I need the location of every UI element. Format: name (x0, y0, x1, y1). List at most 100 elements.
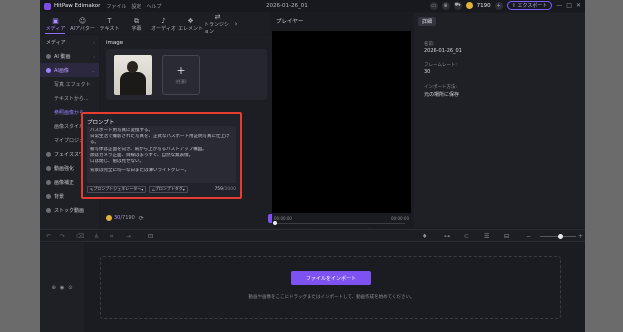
thumbnail-person-head (127, 61, 138, 73)
sidebar-item-label: ストック動画 (54, 207, 85, 214)
cart-icon[interactable]: ⛟ (453, 1, 462, 10)
refresh-icon[interactable]: ⟳ (139, 215, 144, 222)
lock-icon[interactable]: ⊕ (52, 285, 56, 291)
redo-icon[interactable]: ↷ (60, 233, 65, 240)
tab-ai-avatar[interactable]: ☺ AIアバター (69, 14, 96, 34)
sidebar-item-label: 動画強化 (54, 165, 75, 172)
snap-icon[interactable]: ⊡ (148, 233, 153, 240)
zoom-slider-handle[interactable] (558, 234, 563, 239)
menu-settings[interactable]: 設定 (131, 3, 141, 10)
stock-video-icon (46, 207, 51, 213)
credit-coin-icon (465, 2, 473, 9)
mute-icon[interactable]: ⊙ (68, 285, 72, 291)
menu-file[interactable]: ファイル (106, 3, 126, 10)
chevron-right-icon: › (93, 53, 95, 59)
prompt-textarea[interactable]: パスポート用写真に変換する。 日常生活で撮影された写真を、正式なパスポート用証明… (87, 126, 236, 183)
prompt-tags-button[interactable]: ⌂ プロンプトタグ ▾ (149, 185, 188, 193)
import-file-button[interactable]: ファイルをインポート (291, 271, 371, 285)
framerate-label: フレームレート: (424, 63, 457, 68)
visibility-icon[interactable]: ◉ (60, 285, 64, 291)
prompt-line: 日常生活で撮影された写真を、正式なパスポート用証明写真に仕上げ (90, 134, 230, 140)
undo-icon[interactable]: ↶ (46, 233, 51, 240)
cost-total: /7190 (120, 215, 135, 221)
prompt-generator-button[interactable]: ✎ プロンプトジェネレーター ▾ (87, 185, 147, 193)
tab-audio[interactable]: ♪ オーディオ (150, 14, 177, 34)
element-icon: ❖ (187, 16, 194, 25)
name-value: 2026-01-26_01 (424, 48, 462, 54)
active-tab-indicator (45, 32, 65, 34)
sidebar-item-label: AI 動画 (54, 53, 71, 60)
prompt-generator-label: プロンプトジェネレーター (93, 186, 142, 191)
crop-icon[interactable]: ⌗ (110, 233, 113, 241)
chevron-down-icon: ⌄ (91, 67, 95, 73)
title-bar: HitPaw Edimakor ファイル 設定 ヘルプ 2026-01-26_0… (40, 0, 585, 12)
sidebar-item-ai-video[interactable]: AI 動画 › (40, 49, 99, 63)
crown-icon[interactable]: ♛ (441, 1, 450, 10)
video-enhance-icon (46, 165, 51, 171)
generation-cost: 30/7190 (114, 215, 135, 221)
credit-coin-icon (106, 215, 112, 221)
minimize-button[interactable]: — (556, 2, 562, 9)
tab-transition-label: トランジション (204, 22, 230, 35)
tab-media[interactable]: ▣ メディア (42, 14, 69, 34)
tab-transition[interactable]: ⇄ トランジション (204, 13, 231, 35)
reference-image-thumbnail[interactable] (114, 55, 152, 95)
prompt-tools: ✎ プロンプトジェネレーター ▾ ⌂ プロンプトタグ ▾ 759/2000 (87, 185, 236, 193)
add-image-button[interactable]: + (任意) (162, 55, 200, 95)
playback-scrubber[interactable] (275, 223, 405, 224)
top-toolbar: ▣ メディア ☺ AIアバター T テキスト ⧉ 字幕 ♪ オーディオ ❖ エレ… (40, 12, 270, 35)
ai-image-icon (46, 67, 51, 73)
timeline-area: ⊕ ◉ ⊙ ファイルをインポート 動画や画像をここにドラッグまたはインポートして… (40, 243, 585, 332)
zoom-out-icon[interactable]: − (526, 233, 531, 240)
sidebar-item-media[interactable]: メディア › (40, 35, 99, 49)
tab-details[interactable]: 詳細 (418, 17, 437, 26)
delete-icon[interactable]: ⌫ (76, 233, 84, 240)
tab-text[interactable]: T テキスト (96, 14, 123, 34)
maximize-button[interactable]: □ (566, 2, 572, 9)
ripple-icon[interactable]: ⇥ (126, 233, 131, 240)
toolbar-more-button[interactable]: › (231, 14, 241, 34)
chevron-down-icon: ▾ (141, 186, 144, 192)
character-counter: 759/2000 (214, 187, 236, 192)
zoom-in-icon[interactable]: + (578, 233, 583, 240)
add-credits-icon[interactable]: + (494, 1, 503, 10)
app-title: HitPaw Edimakor (54, 3, 101, 9)
close-button[interactable]: ✕ (576, 2, 581, 9)
chevron-right-icon: › (93, 39, 95, 45)
fit-icon[interactable]: ⊟ (504, 233, 509, 240)
split-icon[interactable]: ⋔ (94, 233, 99, 240)
timeline-drop-zone[interactable]: ファイルをインポート 動画や画像をここにドラッグまたはインポートして、動画作成を… (100, 256, 561, 319)
current-time: 00:00:00 (274, 216, 292, 221)
chevron-down-icon: ▾ (182, 186, 185, 192)
scrubber-handle[interactable] (273, 221, 277, 225)
sidebar-item-ai-image[interactable]: AI画像 ⌄ (40, 63, 99, 77)
tab-element[interactable]: ❖ エレメント (177, 14, 204, 34)
text-icon: T (107, 16, 112, 25)
sidebar-item-label: 背景 (54, 193, 65, 200)
preview-canvas[interactable] (272, 31, 411, 213)
drop-hint-text: 動画や画像をここにドラッグまたはインポートして、動画作成を始めてください。 (248, 295, 415, 300)
import-method-value: 元の場所に保存 (424, 92, 460, 98)
microphone-icon[interactable]: ♦ (422, 233, 427, 240)
prompt-line: 口は閉じ、歯は見せない。 (90, 159, 144, 165)
player-panel: プレイヤー 00:00:00 00:00:00 (272, 13, 411, 228)
prompt-tags-label: プロンプトタグ (154, 186, 183, 191)
export-button[interactable]: ⇪ エクスポート (506, 1, 553, 10)
menu-help[interactable]: ヘルプ (146, 3, 161, 10)
sidebar-item-label: メディア (46, 39, 66, 46)
tab-subtitle-label: 字幕 (131, 25, 142, 32)
track-view-icon[interactable]: ☰ (484, 233, 489, 240)
sidebar-item-text-to-image[interactable]: テキストから... (40, 91, 99, 105)
media-icon: ▣ (52, 16, 59, 25)
prompt-line: 背景は完全に均一な白または薄いライトグレー。 (90, 168, 189, 174)
monitor-icon[interactable]: ▭ (429, 1, 438, 10)
sidebar-item-photo-effect[interactable]: 写真 エフェクト (40, 77, 99, 91)
credit-balance: 7190 (476, 2, 491, 9)
tab-subtitle[interactable]: ⧉ 字幕 (123, 14, 150, 34)
link-icon[interactable]: ⊶ (444, 233, 450, 240)
sidebar-item-stock-video[interactable]: ストック動画 (40, 203, 99, 217)
magnet-icon[interactable]: ⊂ (464, 233, 469, 240)
editor-window: HitPaw Edimakor ファイル 設定 ヘルプ 2026-01-26_0… (40, 0, 585, 332)
framerate-value: 30 (424, 69, 431, 75)
sidebar-item-label: テキストから... (54, 95, 89, 102)
